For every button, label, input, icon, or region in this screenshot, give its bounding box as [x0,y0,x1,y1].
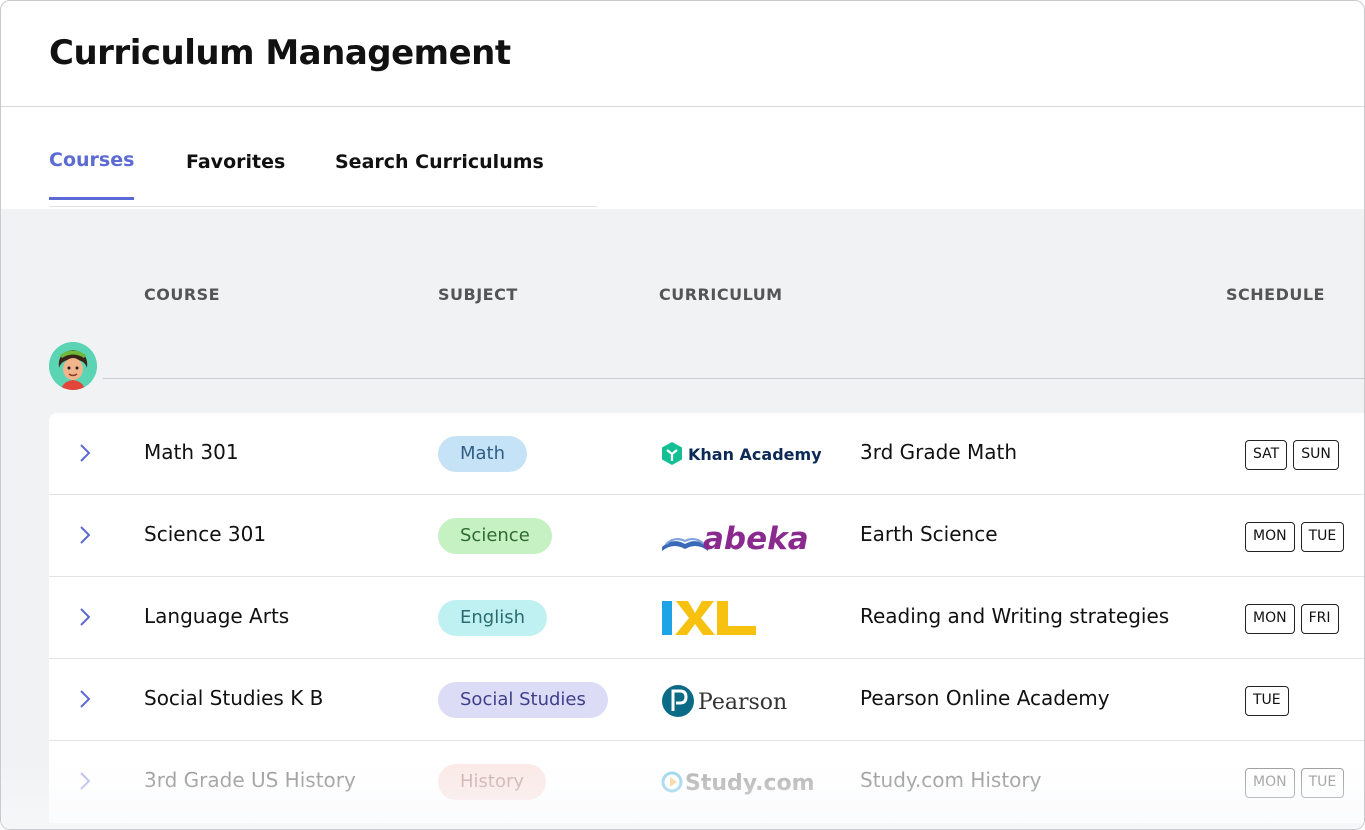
column-header-curriculum[interactable]: CURRICULUM [659,285,783,304]
tab-search-curriculums[interactable]: Search Curriculums [335,151,544,201]
provider-logo: Khan Academy [661,441,822,481]
schedule-days: MON FRI [1245,604,1339,634]
curriculum-name: Earth Science [860,522,998,546]
table-row[interactable]: 3rd Grade US History History Study.com S… [49,741,1364,823]
course-name: 3rd Grade US History [144,768,356,792]
table-row[interactable]: Math 301 Math Khan Academy 3rd Grade Mat… [49,413,1364,495]
chevron-right-icon[interactable] [75,523,95,547]
schedule-day-badge[interactable]: TUE [1300,522,1345,552]
app-window: Curriculum Management Courses Favorites … [0,0,1365,830]
schedule-day-badge[interactable]: SAT [1245,440,1288,470]
curriculum-name: Reading and Writing strategies [860,604,1170,628]
schedule-days: MON TUE [1245,768,1345,798]
tab-divider [49,206,597,207]
subject-badge[interactable]: Math [438,436,528,472]
schedule-days: TUE [1245,686,1289,716]
course-name: Social Studies K B [144,686,324,710]
chevron-right-icon[interactable] [75,441,95,465]
courses-panel: COURSE SUBJECT CURRICULUM SCHEDULE Math … [1,209,1364,829]
schedule-day-badge[interactable]: TUE [1300,768,1345,798]
svg-text:Study.com: Study.com [685,771,815,796]
subject-badge[interactable]: Social Studies [438,682,608,718]
schedule-day-badge[interactable]: MON [1245,604,1295,634]
course-name: Science 301 [144,522,267,546]
provider-logo: abeka [661,517,821,557]
header-divider [103,378,1364,379]
svg-text:Pearson: Pearson [698,690,787,715]
column-header-course[interactable]: COURSE [144,285,220,304]
schedule-days: SAT SUN [1245,440,1339,470]
schedule-day-badge[interactable]: MON [1245,768,1295,798]
course-name: Language Arts [144,604,290,628]
courses-table: Math 301 Math Khan Academy 3rd Grade Mat… [49,413,1364,823]
schedule-day-badge[interactable]: SUN [1293,440,1339,470]
page-header: Curriculum Management [1,1,1364,107]
subject-badge[interactable]: History [438,764,547,800]
curriculum-name: 3rd Grade Math [860,440,1018,464]
course-name: Math 301 [144,440,239,464]
schedule-day-badge[interactable]: TUE [1245,686,1289,716]
chevron-right-icon[interactable] [75,769,95,793]
tab-favorites[interactable]: Favorites [186,151,285,201]
subject-badge[interactable]: Science [438,518,552,554]
student-avatar[interactable] [49,342,97,390]
schedule-day-badge[interactable]: FRI [1300,604,1339,634]
tab-courses[interactable]: Courses [49,149,135,200]
table-row[interactable]: Social Studies K B Social Studies Pearso… [49,659,1364,741]
column-header-subject[interactable]: SUBJECT [438,285,518,304]
provider-logo: Study.com [661,765,821,805]
chevron-right-icon[interactable] [75,605,95,629]
curriculum-name: Pearson Online Academy [860,686,1110,710]
page-title: Curriculum Management [49,33,511,73]
subject-badge[interactable]: English [438,600,547,636]
table-row[interactable]: Language Arts English IXL Reading and Wr… [49,577,1364,659]
schedule-day-badge[interactable]: MON [1245,522,1295,552]
curriculum-name: Study.com History [860,768,1042,792]
column-header-schedule[interactable]: SCHEDULE [1226,285,1325,304]
svg-text:Khan Academy: Khan Academy [688,445,821,464]
schedule-days: MON TUE [1245,522,1345,552]
table-row[interactable]: Science 301 Science abeka Earth Science … [49,495,1364,577]
student-avatar-image [49,342,97,390]
tab-bar: Courses Favorites Search Curriculums [1,107,1364,209]
svg-text:abeka: abeka [703,521,809,557]
chevron-right-icon[interactable] [75,687,95,711]
provider-logo: Pearson [661,681,821,721]
provider-logo: IXL [661,599,761,639]
